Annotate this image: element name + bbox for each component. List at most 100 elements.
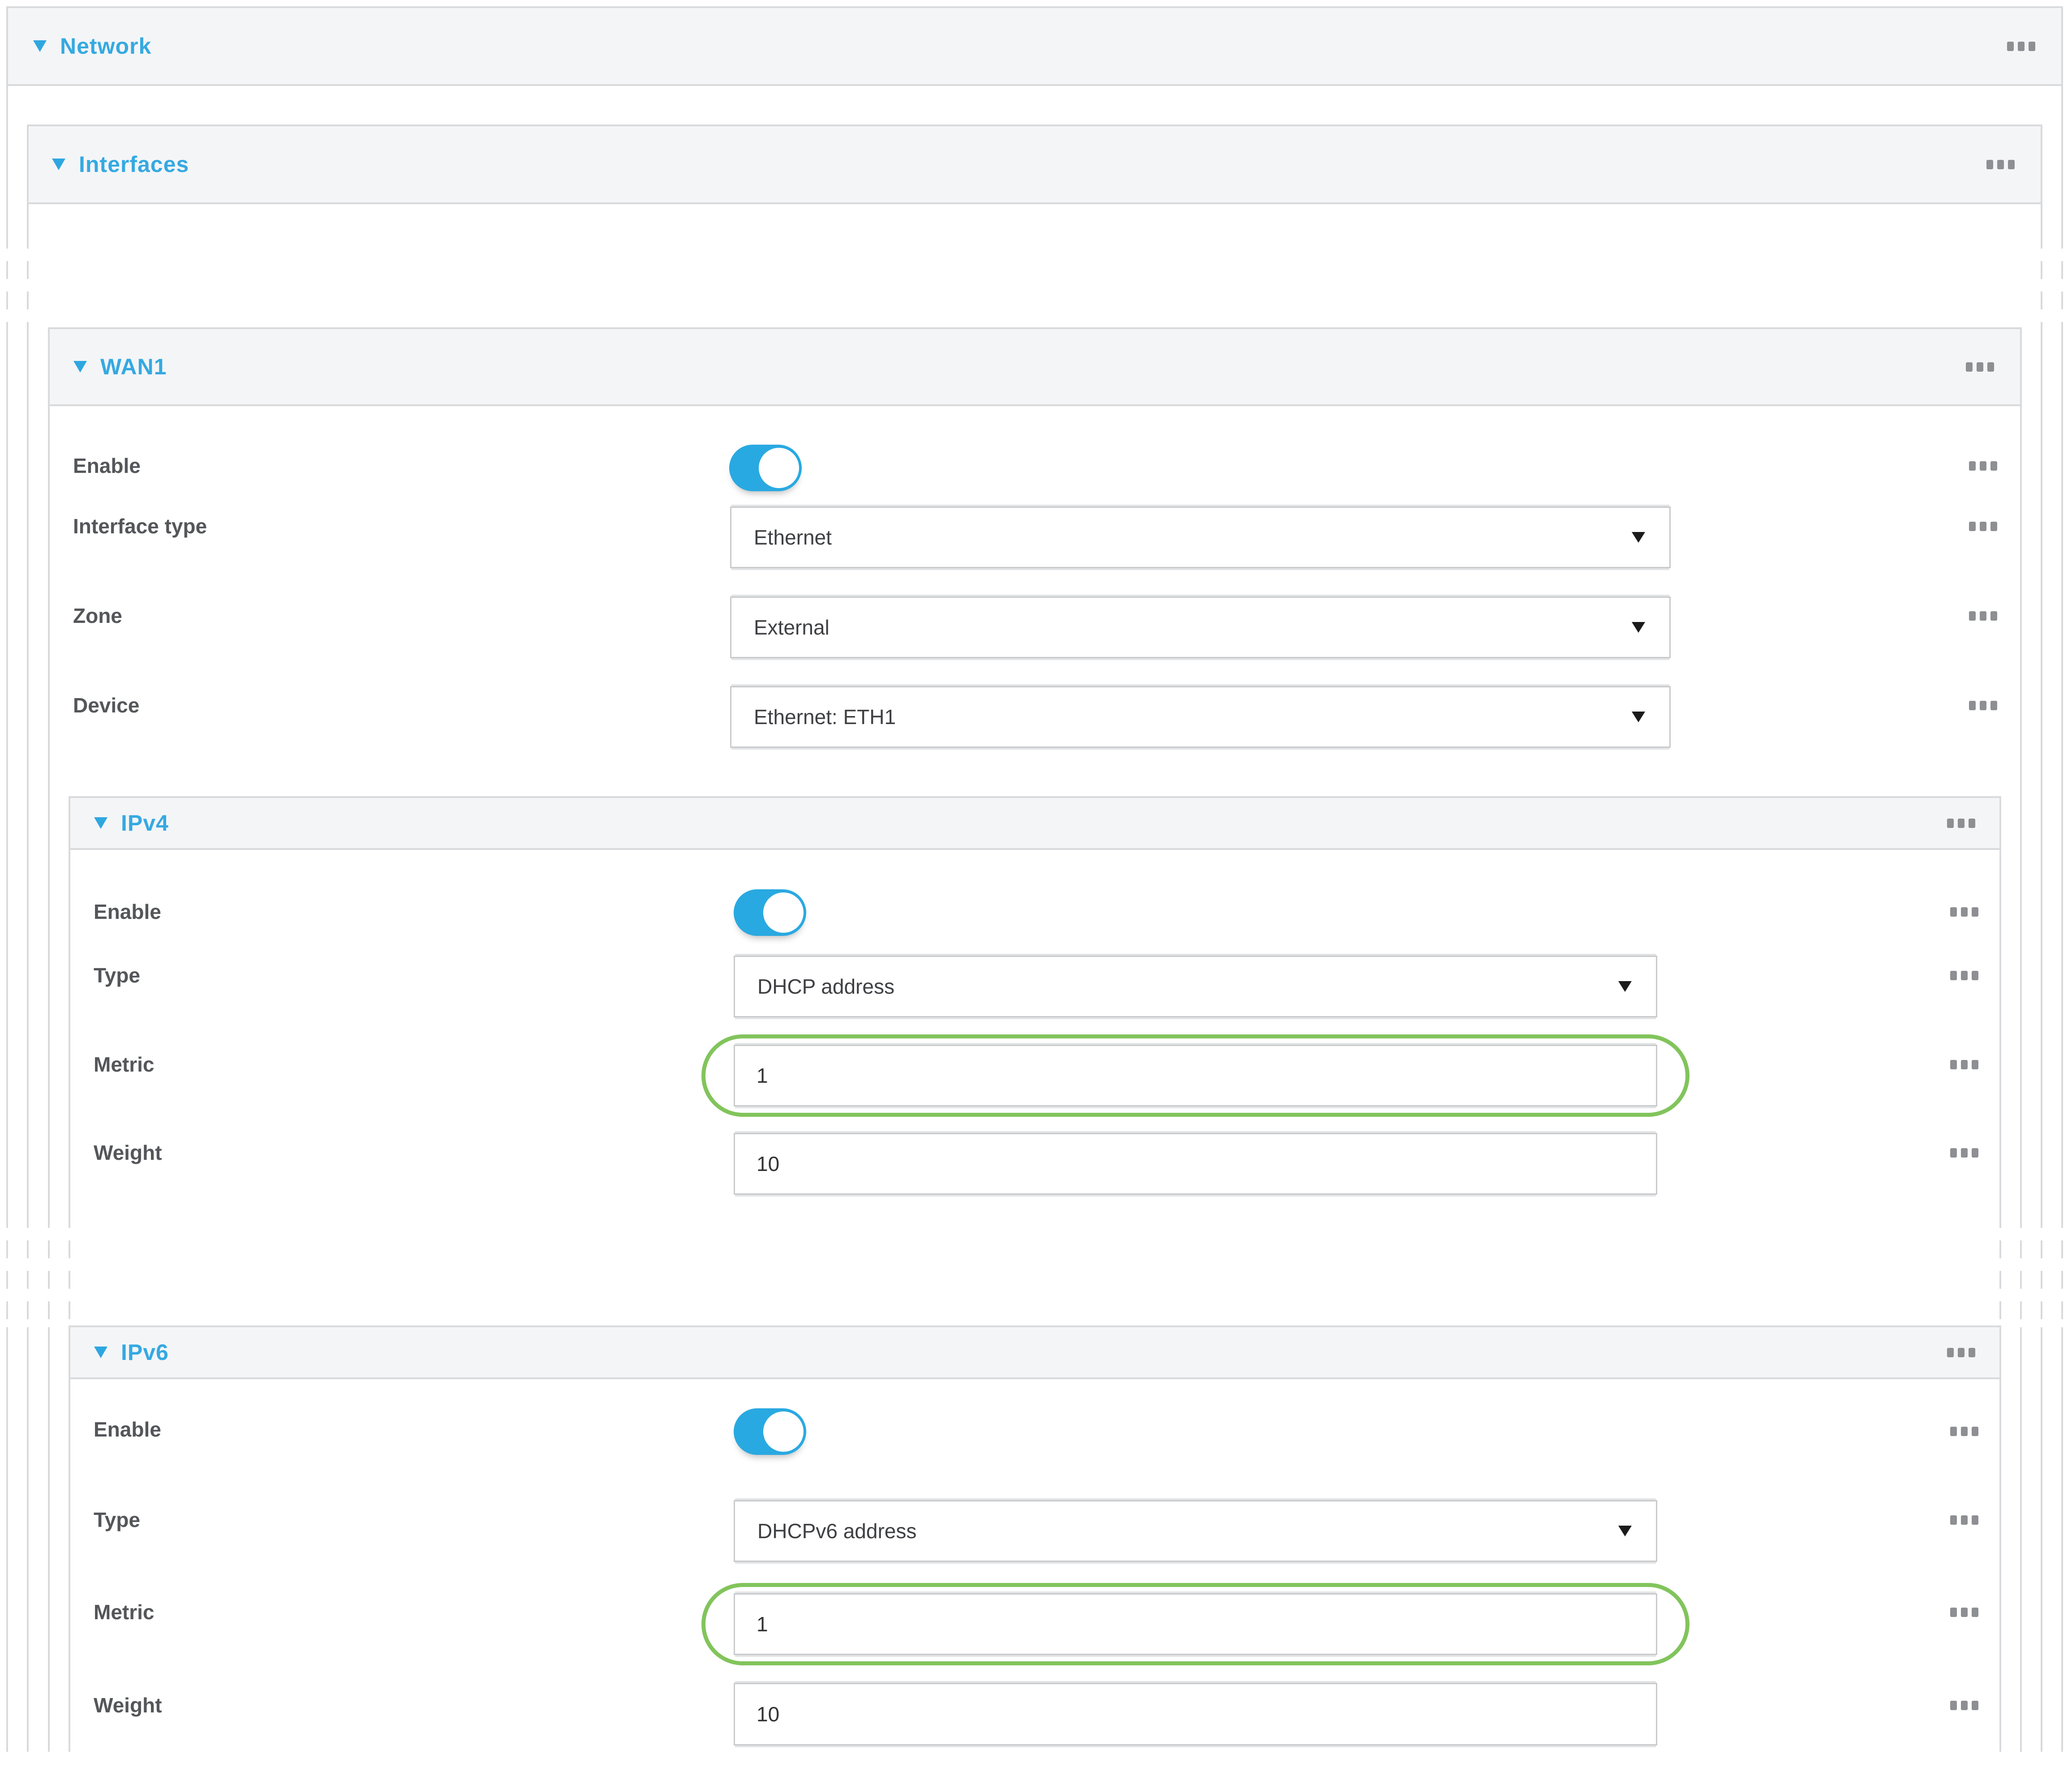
caret-down-icon	[1632, 712, 1645, 722]
collapse-triangle-icon	[52, 159, 65, 170]
ipv6-type-value: DHCPv6 address	[757, 1519, 916, 1543]
toggle-knob	[763, 892, 804, 933]
torn-edge-dashes	[2020, 1210, 2022, 1327]
torn-edge-dashes	[69, 1210, 70, 1327]
enable-label: Enable	[73, 453, 141, 478]
ellipsis-menu-icon[interactable]	[1950, 971, 1978, 980]
ellipsis-menu-icon[interactable]	[1966, 362, 1994, 372]
wan1-panel-border-right	[2020, 406, 2022, 1210]
collapse-triangle-icon	[73, 361, 87, 373]
network-panel-border-left	[6, 1327, 8, 1752]
collapse-triangle-icon	[94, 817, 107, 829]
ellipsis-menu-icon[interactable]	[1950, 1427, 1978, 1436]
ellipsis-menu-icon[interactable]	[1950, 907, 1978, 917]
interfaces-panel-border-left	[27, 327, 29, 1210]
torn-edge-dashes	[2061, 231, 2063, 327]
network-panel-border-left	[6, 327, 8, 1210]
section-title: WAN1	[100, 354, 167, 380]
zone-value: External	[754, 616, 830, 639]
ipv4-weight-input[interactable]	[734, 1133, 1657, 1195]
enable-label: Enable	[94, 1417, 161, 1442]
network-panel-border-right	[2061, 1327, 2063, 1752]
enable-label: Enable	[94, 899, 161, 924]
device-value: Ethernet: ETH1	[754, 705, 896, 729]
ellipsis-menu-icon[interactable]	[1969, 522, 1997, 531]
section-title: Network	[60, 33, 151, 59]
torn-edge-dashes	[27, 231, 29, 327]
torn-edge-dashes	[2041, 1210, 2042, 1327]
ipv4-enable-toggle[interactable]	[734, 889, 806, 936]
section-header-ipv4[interactable]: IPv4	[69, 796, 2001, 850]
ellipsis-menu-icon[interactable]	[1969, 461, 1997, 471]
zone-select[interactable]: External	[730, 596, 1671, 658]
network-panel-border-right	[2061, 327, 2063, 1210]
ellipsis-menu-icon[interactable]	[1950, 1148, 1978, 1158]
device-select[interactable]: Ethernet: ETH1	[730, 686, 1671, 748]
ellipsis-menu-icon[interactable]	[1950, 1701, 1978, 1710]
section-title: IPv4	[121, 810, 169, 836]
ellipsis-menu-icon[interactable]	[1969, 701, 1997, 710]
collapse-triangle-icon	[33, 40, 47, 52]
ellipsis-menu-icon[interactable]	[1950, 1060, 1978, 1069]
ipv6-enable-toggle[interactable]	[734, 1408, 806, 1455]
zone-label: Zone	[73, 603, 122, 628]
collapse-triangle-icon	[94, 1347, 107, 1358]
ipv4-panel-border-right	[1999, 849, 2001, 1210]
type-label: Type	[94, 1507, 140, 1532]
metric-label: Metric	[94, 1052, 154, 1077]
interfaces-panel-border-right	[2041, 327, 2042, 1210]
ellipsis-menu-icon[interactable]	[1947, 819, 1975, 828]
ellipsis-menu-icon[interactable]	[1986, 160, 2015, 169]
network-settings-page: Network Interfaces WAN1 IPv4 IPv6 Enable…	[0, 0, 2072, 1767]
torn-edge-dashes	[6, 231, 8, 327]
metric-label: Metric	[94, 1600, 154, 1625]
section-title: IPv6	[121, 1339, 169, 1365]
caret-down-icon	[1632, 622, 1645, 633]
interfaces-panel-border-right	[2041, 1327, 2042, 1752]
ipv4-type-select[interactable]: DHCP address	[734, 956, 1657, 1017]
caret-down-icon	[1632, 532, 1645, 543]
type-label: Type	[94, 963, 140, 988]
ellipsis-menu-icon[interactable]	[1947, 1348, 1975, 1357]
torn-edge-dashes	[6, 1210, 8, 1327]
wan1-panel-border-left	[48, 406, 50, 1210]
ipv6-weight-input[interactable]	[734, 1683, 1657, 1746]
interface-type-label: Interface type	[73, 514, 207, 539]
ellipsis-menu-icon[interactable]	[1950, 1515, 1978, 1525]
section-header-wan1[interactable]: WAN1	[48, 327, 2022, 406]
interfaces-panel-border-left	[27, 1327, 29, 1752]
toggle-knob	[763, 1411, 804, 1452]
section-header-network[interactable]: Network	[6, 6, 2063, 86]
interfaces-panel-border-left	[27, 203, 29, 231]
interface-type-value: Ethernet	[754, 526, 832, 549]
torn-edge-dashes	[27, 1210, 29, 1327]
torn-edge-dashes	[2041, 231, 2042, 327]
ipv6-panel-border-right	[1999, 1378, 2001, 1752]
network-panel-border-right	[2061, 85, 2063, 231]
network-panel-border-left	[6, 85, 8, 231]
ipv4-type-value: DHCP address	[757, 975, 894, 998]
weight-label: Weight	[94, 1140, 162, 1165]
section-header-ipv6[interactable]: IPv6	[69, 1325, 2001, 1379]
torn-edge-dashes	[2061, 1210, 2063, 1327]
ipv6-metric-input[interactable]	[734, 1593, 1657, 1655]
ipv4-metric-input[interactable]	[734, 1045, 1657, 1107]
interface-type-select[interactable]: Ethernet	[730, 506, 1671, 568]
torn-edge-dashes	[1999, 1210, 2001, 1327]
wan1-enable-toggle[interactable]	[729, 445, 802, 491]
ellipsis-menu-icon[interactable]	[2007, 42, 2035, 51]
section-header-interfaces[interactable]: Interfaces	[27, 124, 2042, 204]
weight-label: Weight	[94, 1693, 162, 1718]
ellipsis-menu-icon[interactable]	[1969, 611, 1997, 621]
ipv4-panel-border-left	[69, 849, 70, 1210]
caret-down-icon	[1618, 1526, 1632, 1536]
wan1-panel-border-right	[2020, 1327, 2022, 1752]
toggle-knob	[759, 448, 799, 488]
interfaces-panel-border-right	[2041, 203, 2042, 231]
section-title: Interfaces	[79, 151, 189, 177]
caret-down-icon	[1618, 981, 1632, 992]
wan1-panel-border-left	[48, 1327, 50, 1752]
ipv6-type-select[interactable]: DHCPv6 address	[734, 1500, 1657, 1562]
torn-edge-dashes	[48, 1210, 50, 1327]
ellipsis-menu-icon[interactable]	[1950, 1608, 1978, 1617]
